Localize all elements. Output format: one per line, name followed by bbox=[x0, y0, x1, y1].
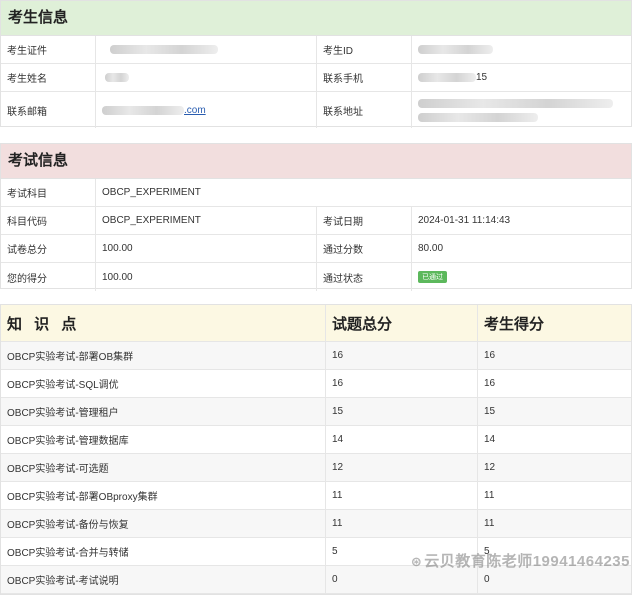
exam-info-title: 考试信息 bbox=[1, 144, 631, 179]
question-total: 15 bbox=[326, 398, 478, 425]
watermark: ⊛ 云贝教育陈老师19941464235 bbox=[410, 553, 630, 570]
candidate-score: 11 bbox=[484, 518, 495, 529]
exam-row-code: 科目代码 OBCP_EXPERIMENT 考试日期 2024-01-31 11:… bbox=[1, 207, 631, 235]
candidate-score: 15 bbox=[484, 406, 496, 417]
value-status: 已通过 bbox=[412, 263, 631, 291]
table-row: OBCP实验考试-备份与恢复 11 11 bbox=[1, 510, 631, 538]
value-name bbox=[96, 64, 317, 91]
table-row: OBCP实验考试-部署OBproxy集群 11 11 bbox=[1, 482, 631, 510]
label-address: 联系地址 bbox=[317, 92, 412, 128]
knowledge-point-name: OBCP实验考试-备份与恢复 bbox=[1, 510, 326, 537]
label-candidate-id: 考生ID bbox=[317, 36, 412, 63]
label-email: 联系邮箱 bbox=[1, 92, 96, 128]
value-date: 2024-01-31 11:14:43 bbox=[418, 215, 511, 226]
candidate-row-id: 考生证件 考生ID bbox=[1, 36, 631, 64]
value-total: 100.00 bbox=[96, 235, 317, 262]
table-row: OBCP实验考试-SQL调优 16 16 bbox=[1, 370, 631, 398]
knowledge-point-name: OBCP实验考试-SQL调优 bbox=[1, 370, 326, 397]
knowledge-point-name: OBCP实验考试-管理数据库 bbox=[1, 426, 326, 453]
status-badge: 已通过 bbox=[418, 271, 447, 283]
candidate-score: 16 bbox=[484, 350, 496, 361]
value-email[interactable]: .com bbox=[96, 92, 317, 128]
label-total: 试卷总分 bbox=[1, 235, 96, 262]
knowledge-point-name: OBCP实验考试-部署OB集群 bbox=[1, 342, 326, 369]
knowledge-point-name: OBCP实验考试-管理租户 bbox=[1, 398, 326, 425]
knowledge-point-name: OBCP实验考试-合并与转储 bbox=[1, 538, 326, 565]
question-total: 16 bbox=[326, 342, 478, 369]
question-total: 12 bbox=[326, 454, 478, 481]
knowledge-point-name: OBCP实验考试-部署OBproxy集群 bbox=[1, 482, 326, 509]
label-your-score: 您的得分 bbox=[1, 263, 96, 291]
knowledge-point-name: OBCP实验考试-考试说明 bbox=[1, 566, 326, 593]
candidate-score: 16 bbox=[484, 378, 496, 389]
label-phone: 联系手机 bbox=[317, 64, 412, 91]
value-your-score: 100.00 bbox=[96, 263, 317, 291]
value-id-card bbox=[96, 36, 317, 63]
table-row: OBCP实验考试-部署OB集群 16 16 bbox=[1, 342, 631, 370]
value-address bbox=[412, 92, 631, 128]
knowledge-point-name: OBCP实验考试-可选题 bbox=[1, 454, 326, 481]
header-candidate-score: 考生得分 bbox=[484, 315, 545, 333]
question-total: 14 bbox=[326, 426, 478, 453]
value-subject: OBCP_EXPERIMENT bbox=[102, 187, 201, 198]
table-row: OBCP实验考试-管理数据库 14 14 bbox=[1, 426, 631, 454]
candidate-info-panel: 考生信息 考生证件 考生ID 考生姓名 联系手机 15 联系邮箱 .com 联系… bbox=[0, 0, 632, 128]
candidate-info-title: 考生信息 bbox=[1, 1, 631, 36]
table-row: OBCP实验考试-管理租户 15 15 bbox=[1, 398, 631, 426]
exam-row-total: 试卷总分 100.00 通过分数 80.00 bbox=[1, 235, 631, 263]
exam-row-score: 您的得分 100.00 通过状态 已通过 bbox=[1, 263, 631, 291]
label-id-card: 考生证件 bbox=[1, 36, 96, 63]
watermark-icon: ⊛ bbox=[410, 554, 423, 569]
label-name: 考生姓名 bbox=[1, 64, 96, 91]
candidate-score: 14 bbox=[484, 434, 496, 445]
exam-info-panel: 考试信息 考试科目 OBCP_EXPERIMENT 科目代码 OBCP_EXPE… bbox=[0, 143, 632, 291]
header-knowledge-point: 知 识 点 bbox=[1, 305, 326, 341]
label-code: 科目代码 bbox=[1, 207, 96, 234]
label-subject: 考试科目 bbox=[1, 179, 96, 206]
value-code: OBCP_EXPERIMENT bbox=[96, 207, 317, 234]
candidate-score: 11 bbox=[484, 490, 495, 501]
value-candidate-id bbox=[412, 36, 631, 63]
table-row: OBCP实验考试-可选题 12 12 bbox=[1, 454, 631, 482]
candidate-score: 12 bbox=[484, 462, 496, 473]
value-phone: 15 bbox=[412, 64, 631, 91]
question-total: 16 bbox=[326, 370, 478, 397]
value-pass-score: 80.00 bbox=[418, 243, 444, 254]
knowledge-table-header: 知 识 点 试题总分 考生得分 bbox=[1, 305, 631, 342]
label-pass-score: 通过分数 bbox=[317, 235, 412, 262]
candidate-row-name: 考生姓名 联系手机 15 bbox=[1, 64, 631, 92]
label-status: 通过状态 bbox=[317, 263, 412, 291]
label-date: 考试日期 bbox=[317, 207, 412, 234]
exam-row-subject: 考试科目 OBCP_EXPERIMENT bbox=[1, 179, 631, 207]
header-question-total: 试题总分 bbox=[326, 305, 478, 341]
question-total: 11 bbox=[326, 510, 478, 537]
candidate-row-contact: 联系邮箱 .com 联系地址 bbox=[1, 92, 631, 128]
question-total: 11 bbox=[326, 482, 478, 509]
